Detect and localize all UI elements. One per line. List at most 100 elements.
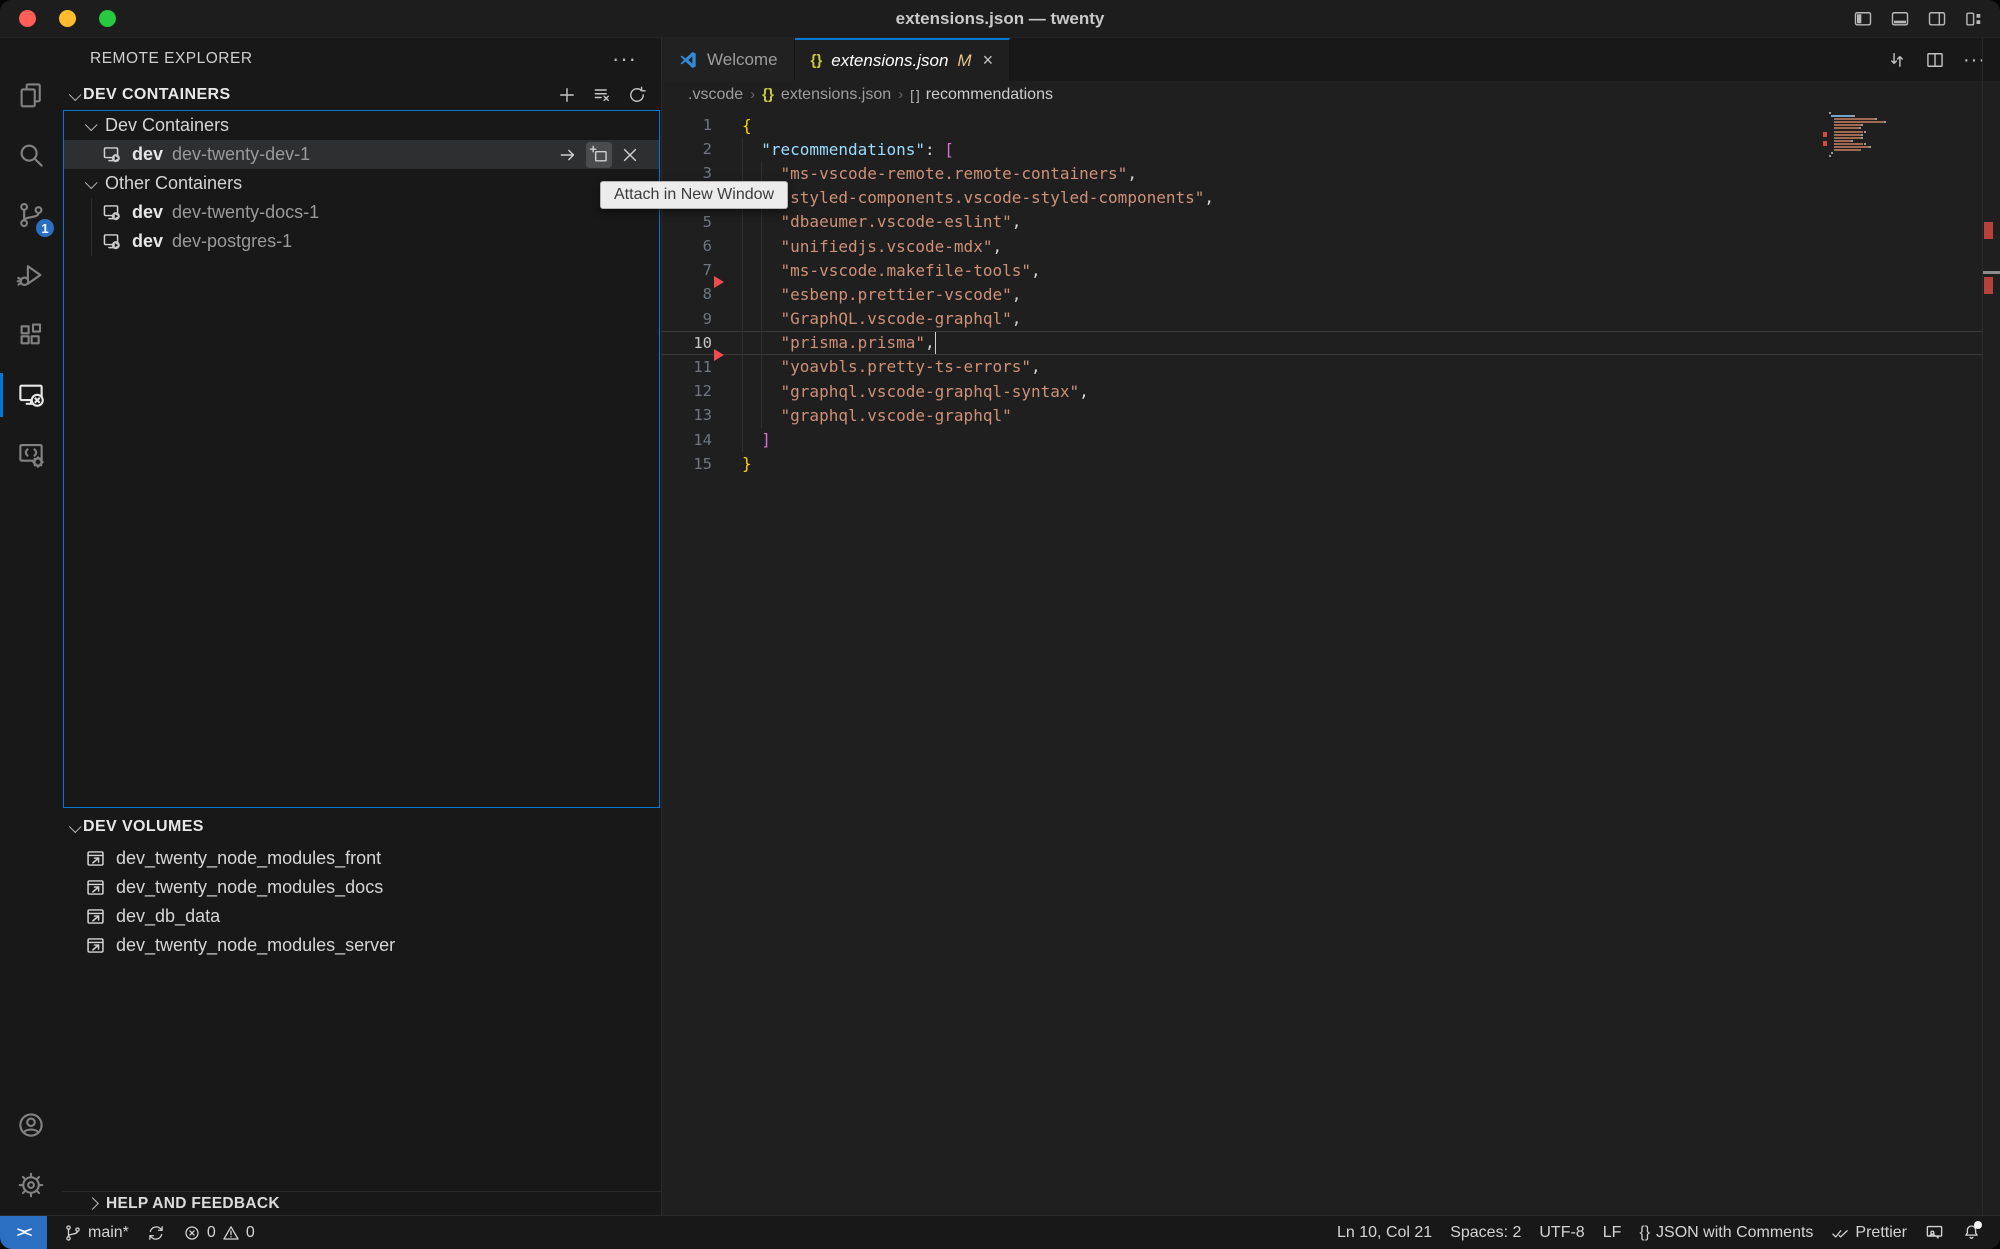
toggle-secondary-sidebar-button[interactable] (1927, 9, 1947, 29)
breadcrumb-item[interactable]: recommendations (926, 86, 1053, 104)
attach-new-window-button[interactable] (586, 142, 612, 168)
container-row-dev-postgres-1[interactable]: dev dev-postgres-1 (64, 227, 659, 256)
language-mode-status[interactable]: {} JSON with Comments (1630, 1216, 1822, 1249)
split-editor-button[interactable] (1925, 50, 1945, 70)
modified-badge: M (957, 51, 971, 71)
tab-extensions-json[interactable]: {} extensions.json M × (795, 38, 1011, 81)
toggle-panel-button[interactable] (1890, 9, 1910, 29)
customize-layout-button[interactable] (1964, 9, 1984, 29)
section-help-and-feedback[interactable]: HELP AND FEEDBACK (62, 1191, 661, 1215)
status-right: Ln 10, Col 21 Spaces: 2 UTF-8 LF{} JSON … (1328, 1216, 2000, 1249)
breadcrumb-item[interactable]: .vscode (688, 86, 743, 104)
volume-row-dev_twenty_node_modules_server[interactable]: dev_twenty_node_modules_server (63, 931, 660, 960)
git-deleted-lines-marker[interactable] (714, 276, 724, 288)
section-dev-containers-header[interactable]: DEV CONTAINERS (62, 80, 661, 110)
code-line-9[interactable]: 9 "GraphQL.vscode-graphql", (662, 307, 1982, 331)
line-number: 3 (662, 164, 712, 182)
tab-label: extensions.json (831, 51, 948, 71)
container-row-dev-twenty-docs-1[interactable]: dev dev-twenty-docs-1 (64, 198, 659, 227)
remote-indicator[interactable]: >< (0, 1216, 47, 1249)
error-icon (183, 1224, 201, 1242)
line-number: 1 (662, 116, 712, 134)
overview-ruler[interactable] (1982, 38, 2000, 1215)
code-line-6[interactable]: 6 "unifiedjs.vscode-mdx", (662, 234, 1982, 258)
close-window-button[interactable] (19, 10, 36, 27)
code-line-13[interactable]: 13 "graphql.vscode-graphql" (662, 403, 1982, 427)
volume-item-icon (85, 848, 106, 869)
workbench: 1 REMOTE EXPLORER ··· DEV CONTAINERS Dev… (0, 38, 2000, 1215)
tree-group-other-containers[interactable]: Other Containers (64, 169, 659, 198)
volume-row-dev_twenty_node_modules_front[interactable]: dev_twenty_node_modules_front (63, 844, 660, 873)
problems-status[interactable]: 0 0 (174, 1216, 264, 1249)
git-branch-status[interactable]: main* (55, 1216, 138, 1249)
titlebar: extensions.json — twenty (0, 0, 2000, 38)
notification-dot (1974, 1221, 1982, 1229)
cursor-position-status[interactable]: Ln 10, Col 21 (1328, 1216, 1441, 1249)
feedback-icon (1925, 1223, 1944, 1242)
eol-status[interactable]: LF (1594, 1216, 1631, 1249)
activity-container-tools[interactable] (0, 425, 62, 485)
code-line-1[interactable]: 1{ (662, 113, 1982, 137)
tab-welcome[interactable]: Welcome (662, 38, 795, 81)
container-name: dev (132, 231, 163, 252)
volume-item-icon (85, 906, 106, 927)
activity-accounts[interactable] (0, 1095, 62, 1155)
minimize-window-button[interactable] (59, 10, 76, 27)
toggle-primary-sidebar-button[interactable] (1853, 9, 1873, 29)
section-dev-volumes-header[interactable]: DEV VOLUMES (62, 812, 661, 842)
sync-status[interactable] (138, 1216, 174, 1249)
indentation-status[interactable]: Spaces: 2 (1441, 1216, 1530, 1249)
container-id: dev-postgres-1 (172, 231, 292, 252)
volume-row-dev_twenty_node_modules_docs[interactable]: dev_twenty_node_modules_docs (63, 873, 660, 902)
code-line-2[interactable]: 2 "recommendations": [ (662, 137, 1982, 161)
formatter-status[interactable]: Prettier (1822, 1216, 1916, 1249)
code-line-8[interactable]: 8 "esbenp.prettier-vscode", (662, 282, 1982, 306)
code-line-14[interactable]: 14 ] (662, 427, 1982, 451)
line-number: 9 (662, 310, 712, 328)
tooltip-attach-in-new-window: Attach in New Window (600, 181, 788, 209)
activity-search[interactable] (0, 125, 62, 185)
code-line-15[interactable]: 15} (662, 452, 1982, 476)
code-line-10[interactable]: 10 "prisma.prisma", (662, 331, 1982, 355)
indentation-label: Spaces: 2 (1450, 1224, 1521, 1242)
container-name: dev (132, 144, 163, 165)
code-line-5[interactable]: 5 "dbaeumer.vscode-eslint", (662, 210, 1982, 234)
feedback-status[interactable] (1916, 1216, 1953, 1249)
activity-source-control[interactable]: 1 (0, 185, 62, 245)
container-row-dev-twenty-dev-1[interactable]: dev dev-twenty-dev-1 (64, 140, 659, 169)
activity-remote-explorer[interactable] (0, 365, 62, 425)
activity-manage[interactable] (0, 1155, 62, 1215)
editor-surface[interactable]: 1{ 2 "recommendations": [ 3 "ms-vscode-r… (662, 108, 1982, 1215)
breadcrumb-item[interactable]: extensions.json (781, 86, 891, 104)
clear-list-button[interactable] (592, 85, 612, 105)
status-bar: >< main* 0 0 Ln 10, Col 21 Spaces: 2 UTF… (0, 1215, 2000, 1249)
tree-group-dev-containers[interactable]: Dev Containers (64, 111, 659, 140)
code-line-12[interactable]: 12 "graphql.vscode-graphql-syntax", (662, 379, 1982, 403)
code-line-11[interactable]: 11 "yoavbls.pretty-ts-errors", (662, 355, 1982, 379)
activity-extensions[interactable] (0, 305, 62, 365)
refresh-button[interactable] (627, 85, 647, 105)
container-id: dev-twenty-dev-1 (172, 144, 310, 165)
sidebar-more-actions-button[interactable]: ··· (612, 54, 637, 64)
line-number: 15 (662, 455, 712, 473)
minimap[interactable] (1823, 108, 1980, 1215)
close-tab-button[interactable]: × (983, 50, 994, 71)
activity-explorer[interactable] (0, 65, 62, 125)
code-line-4[interactable]: 4 "styled-components.vscode-styled-compo… (662, 186, 1982, 210)
container-item-icon (102, 202, 123, 223)
code-line-7[interactable]: 7 "ms-vscode.makefile-tools", (662, 258, 1982, 282)
code-line-3[interactable]: 3 "ms-vscode-remote.remote-containers", (662, 161, 1982, 185)
encoding-status[interactable]: UTF-8 (1530, 1216, 1593, 1249)
dev-containers-actions (557, 85, 661, 105)
git-deleted-lines-marker[interactable] (714, 349, 724, 361)
add-button[interactable] (557, 85, 577, 105)
open-changes-button[interactable] (1887, 50, 1907, 70)
line-number: 14 (662, 431, 712, 449)
activity-run-and-debug[interactable] (0, 245, 62, 305)
stop-button[interactable] (617, 142, 643, 168)
attach-window-arrow-button[interactable] (555, 142, 581, 168)
volume-row-dev_db_data[interactable]: dev_db_data (63, 902, 660, 931)
volume-name: dev_twenty_node_modules_front (116, 848, 381, 869)
notifications-status[interactable] (1953, 1216, 1990, 1249)
zoom-window-button[interactable] (99, 10, 116, 27)
